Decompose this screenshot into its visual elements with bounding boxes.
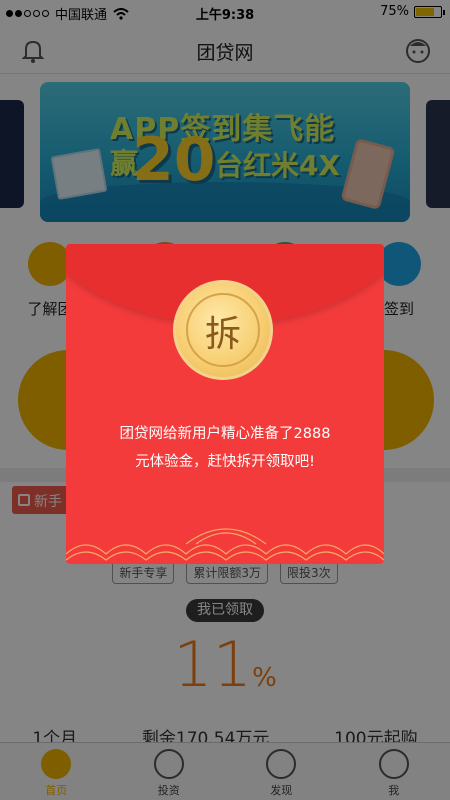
seal-character: 拆 — [204, 314, 241, 355]
message-line-2: 元体验金，赶快拆开领取吧! — [135, 454, 315, 470]
wave-pattern-decoration — [66, 528, 384, 561]
envelope-message: 团贷网给新用户精心准备了2888 元体验金，赶快拆开领取吧! — [66, 420, 384, 476]
open-envelope-button[interactable]: 拆 — [173, 280, 273, 380]
red-envelope-modal: 拆 团贷网给新用户精心准备了2888 元体验金，赶快拆开领取吧! — [66, 244, 384, 564]
message-line-1: 团贷网给新用户精心准备了2888 — [119, 426, 331, 442]
